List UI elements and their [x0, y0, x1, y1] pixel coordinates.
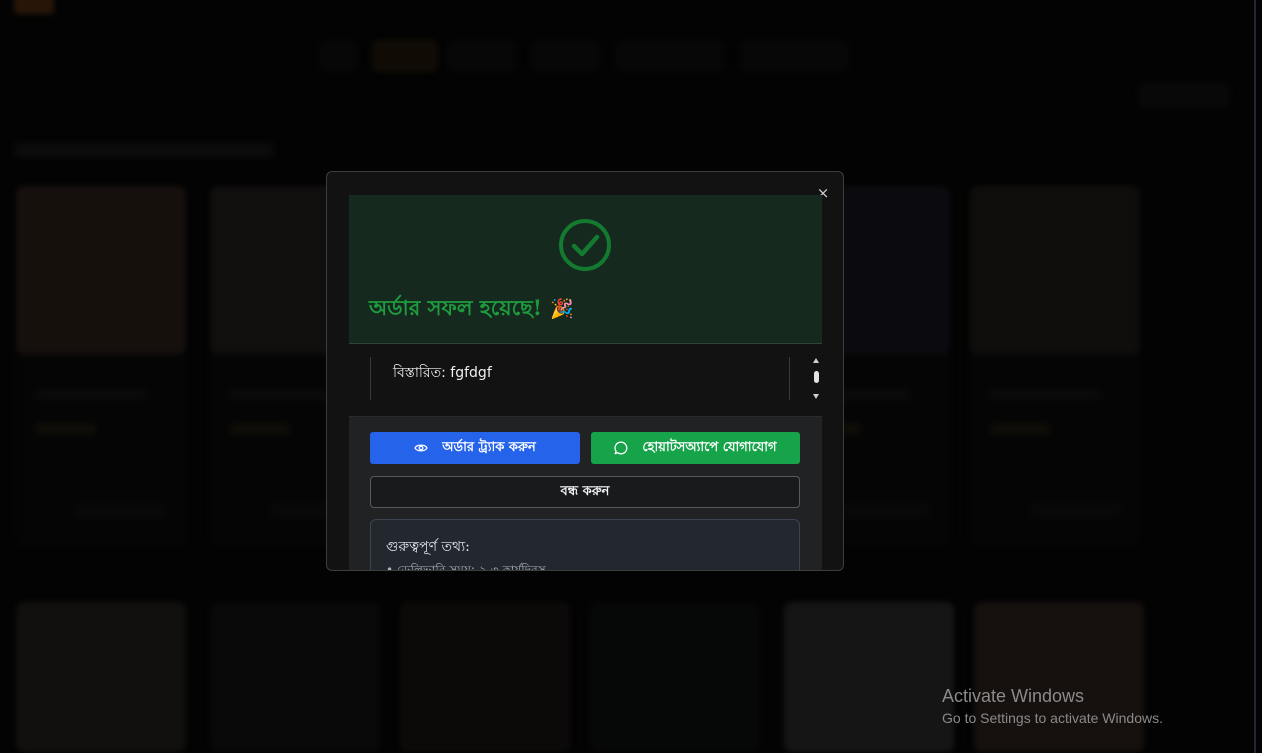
chat-bubble-icon [614, 441, 628, 455]
info-line-delivery: • ডেলিভারি সময়: ২-৩ কার্যদিবস [386, 563, 546, 571]
activate-windows-subtitle: Go to Settings to activate Windows. [942, 710, 1163, 726]
party-popper-icon: 🎉 [550, 298, 574, 320]
order-success-modal: × অর্ডার সফল হয়েছে! 🎉 বিস্তারিত: fgfdgf … [326, 171, 844, 571]
scroll-up-arrow-icon[interactable] [813, 358, 819, 363]
eye-icon [414, 441, 428, 455]
details-panel: বিস্তারিত: fgfdgf [370, 357, 790, 400]
scrollbar-thumb[interactable] [814, 371, 819, 383]
success-banner: অর্ডার সফল হয়েছে! 🎉 [349, 195, 822, 344]
activate-windows-title: Activate Windows [942, 686, 1085, 706]
success-title: অর্ডার সফল হয়েছে! 🎉 [369, 292, 574, 327]
scroll-down-arrow-icon[interactable] [813, 394, 819, 399]
success-title-text: অর্ডার সফল হয়েছে! [369, 295, 542, 320]
whatsapp-contact-label: হোয়াটসঅ্যাপে যোগাযোগ [642, 439, 777, 455]
track-order-label: অর্ডার ট্র্যাক করুন [442, 439, 536, 455]
important-info-box: গুরুত্বপূর্ণ তথ্য: • ডেলিভারি সময়: ২-৩ … [370, 519, 800, 571]
check-circle-icon [559, 219, 611, 271]
details-scroll-area[interactable]: বিস্তারিত: fgfdgf [349, 344, 822, 417]
details-text: বিস্তারিত: fgfdgf [393, 365, 492, 381]
whatsapp-contact-button[interactable]: হোয়াটসঅ্যাপে যোগাযোগ [591, 432, 800, 464]
close-button[interactable]: বন্ধ করুন [370, 476, 800, 508]
modal-actions: অর্ডার ট্র্যাক করুন হোয়াটসঅ্যাপে যোগাযো… [349, 417, 822, 570]
info-title: গুরুত্বপূর্ণ তথ্য: [386, 539, 470, 555]
track-order-button[interactable]: অর্ডার ট্র্যাক করুন [370, 432, 580, 464]
activate-windows-watermark: Activate Windows Go to Settings to activ… [942, 686, 1163, 726]
